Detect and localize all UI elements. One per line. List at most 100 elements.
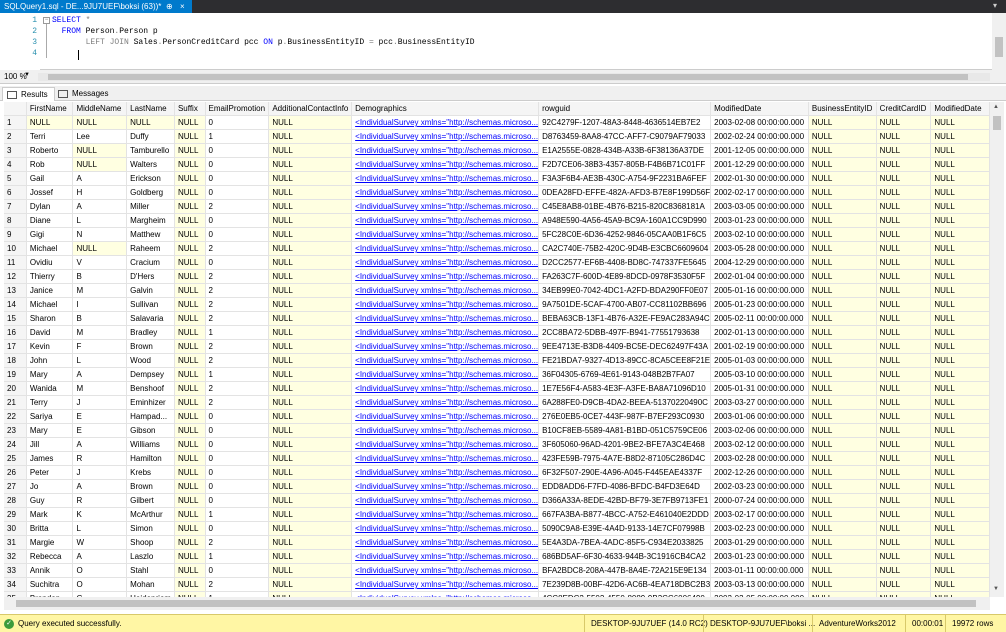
table-cell[interactable]: NULL [930,171,990,187]
table-cell[interactable]: R [72,493,128,509]
table-cell[interactable]: 0DEA28FD-EFFE-482A-AFD3-B7E8F199D56F [538,185,712,201]
table-row[interactable]: 4 Rob NULL Walters NULL 0 NULL <IndividualSurve… [4,157,990,173]
table-cell[interactable]: NULL [876,563,932,579]
table-cell[interactable]: Hamilton [126,451,175,467]
grid-vertical-scrollbar[interactable]: ▲ ▼ [990,102,1004,597]
table-cell[interactable]: NULL [268,507,353,523]
table-cell[interactable]: Simon [126,521,175,537]
table-row[interactable]: 34 Suchitra O Mohan NULL 2 NULL <IndividualSurv… [4,577,990,593]
table-cell[interactable]: O [72,577,128,593]
table-cell[interactable]: NULL [268,493,353,509]
table-cell[interactable]: NULL [876,115,932,131]
row-number[interactable]: 11 [4,255,27,271]
table-cell[interactable]: NULL [876,577,932,593]
table-row[interactable]: 25 James R Hamilton NULL 0 NULL <IndividualSurv… [4,451,990,467]
table-cell[interactable]: NULL [808,157,877,173]
table-cell[interactable]: NULL [268,199,353,215]
table-cell[interactable]: NULL [930,479,990,495]
table-cell[interactable]: 0 [205,423,270,439]
table-row[interactable]: 13 Janice M Galvin NULL 2 NULL <IndividualSurve… [4,283,990,299]
table-cell[interactable]: Ovidiu [26,255,74,271]
collapse-icon[interactable]: − [43,17,50,24]
table-cell[interactable]: NULL [174,241,206,257]
table-cell[interactable]: 2003-01-23 00:00:00.000 [710,549,809,565]
xml-link-cell[interactable]: <IndividualSurvey xmlns="http://schemas.… [351,437,540,453]
table-row[interactable]: 3 Roberto NULL Tamburello NULL 0 NULL <Individu… [4,143,990,159]
table-cell[interactable]: NULL [930,563,990,579]
table-cell[interactable]: 1 [205,367,270,383]
table-cell[interactable]: NULL [808,535,877,551]
table-cell[interactable]: NULL [930,423,990,439]
table-cell[interactable]: NULL [930,409,990,425]
row-number[interactable]: 31 [4,535,27,551]
table-cell[interactable]: 2003-01-23 00:00:00.000 [710,213,809,229]
table-row[interactable]: 32 Rebecca A Laszlo NULL 1 NULL <IndividualSurv… [4,549,990,565]
table-cell[interactable]: NULL [808,409,877,425]
table-cell[interactable]: 0 [205,479,270,495]
table-cell[interactable]: NULL [174,437,206,453]
table-cell[interactable]: NULL [876,311,932,327]
table-row[interactable]: 8 Diane L Margheim NULL 0 NULL <IndividualSurve… [4,213,990,229]
table-cell[interactable]: NULL [876,535,932,551]
table-row[interactable]: 18 John L Wood NULL 2 NULL <IndividualSurvey xm… [4,353,990,369]
table-cell[interactable]: 2003-01-29 00:00:00.000 [710,535,809,551]
table-cell[interactable]: NULL [808,311,877,327]
table-cell[interactable]: 2005-02-11 00:00:00.000 [710,311,809,327]
table-cell[interactable]: Lee [72,129,128,145]
table-cell[interactable]: D2CC2577-EF6B-4408-BD8C-747337FE5645 [538,255,712,271]
table-row[interactable]: 14 Michael I Sullivan NULL 2 NULL <IndividualSu… [4,297,990,313]
row-number[interactable]: 6 [4,185,27,201]
xml-link-cell[interactable]: <IndividualSurvey xmlns="http://schemas.… [351,339,540,355]
table-cell[interactable]: NULL [808,213,877,229]
xml-link-cell[interactable]: <IndividualSurvey xmlns="http://schemas.… [351,367,540,383]
table-cell[interactable]: NULL [876,465,932,481]
table-cell[interactable]: NULL [930,227,990,243]
table-cell[interactable]: NULL [268,157,353,173]
table-cell[interactable]: NULL [808,227,877,243]
table-cell[interactable]: 2001-12-05 00:00:00.000 [710,143,809,159]
table-cell[interactable]: F3A3F6B4-AE3B-430C-A754-9F2231BA6FEF [538,171,712,187]
table-cell[interactable]: NULL [268,437,353,453]
table-cell[interactable]: NULL [876,241,932,257]
table-cell[interactable]: Suchitra [26,577,74,593]
table-cell[interactable]: NULL [876,549,932,565]
table-cell[interactable]: 0 [205,465,270,481]
table-cell[interactable]: NULL [930,241,990,257]
table-cell[interactable]: NULL [930,549,990,565]
table-cell[interactable]: David [26,325,74,341]
table-cell[interactable]: Mary [26,423,74,439]
table-row[interactable]: 10 Michael NULL Raheem NULL 2 NULL <IndividualS… [4,241,990,257]
table-cell[interactable]: NULL [808,493,877,509]
table-cell[interactable]: F [72,339,128,355]
xml-link-cell[interactable]: <IndividualSurvey xmlns="http://schemas.… [351,115,540,131]
table-cell[interactable]: NULL [268,213,353,229]
table-cell[interactable]: 9A7501DE-5CAF-4700-AB07-CC81102BB696 [538,297,712,313]
table-cell[interactable]: EDD8ADD6-F7FD-4086-BFDC-B4FD3E64D [538,479,712,495]
table-cell[interactable]: NULL [930,535,990,551]
table-cell[interactable]: NULL [930,465,990,481]
table-cell[interactable]: 2005-01-31 00:00:00.000 [710,381,809,397]
table-cell[interactable]: 2005-03-10 00:00:00.000 [710,367,809,383]
table-cell[interactable]: NULL [930,521,990,537]
row-number[interactable]: 1 [4,115,27,131]
table-cell[interactable]: 0 [205,563,270,579]
table-cell[interactable]: Sullivan [126,297,175,313]
table-cell[interactable]: Tamburello [126,143,175,159]
table-cell[interactable]: CA2C740E-75B2-420C-9D4B-E3CBC6609604 [538,241,712,257]
table-cell[interactable]: 1 [205,129,270,145]
table-cell[interactable]: Gilbert [126,493,175,509]
table-row[interactable]: 31 Margie W Shoop NULL 2 NULL <IndividualSurvey… [4,535,990,551]
column-header[interactable]: rowguid [538,102,712,117]
table-cell[interactable]: NULL [930,451,990,467]
table-cell[interactable]: NULL [174,423,206,439]
table-cell[interactable]: R [72,451,128,467]
column-header[interactable]: EmailPromotion [205,102,270,117]
table-cell[interactable]: NULL [174,577,206,593]
table-cell[interactable]: NULL [268,129,353,145]
table-cell[interactable]: A [72,437,128,453]
table-cell[interactable]: NULL [72,157,128,173]
table-cell[interactable]: NULL [268,479,353,495]
table-cell[interactable]: NULL [930,199,990,215]
table-cell[interactable]: NULL [268,535,353,551]
row-number[interactable]: 25 [4,451,27,467]
